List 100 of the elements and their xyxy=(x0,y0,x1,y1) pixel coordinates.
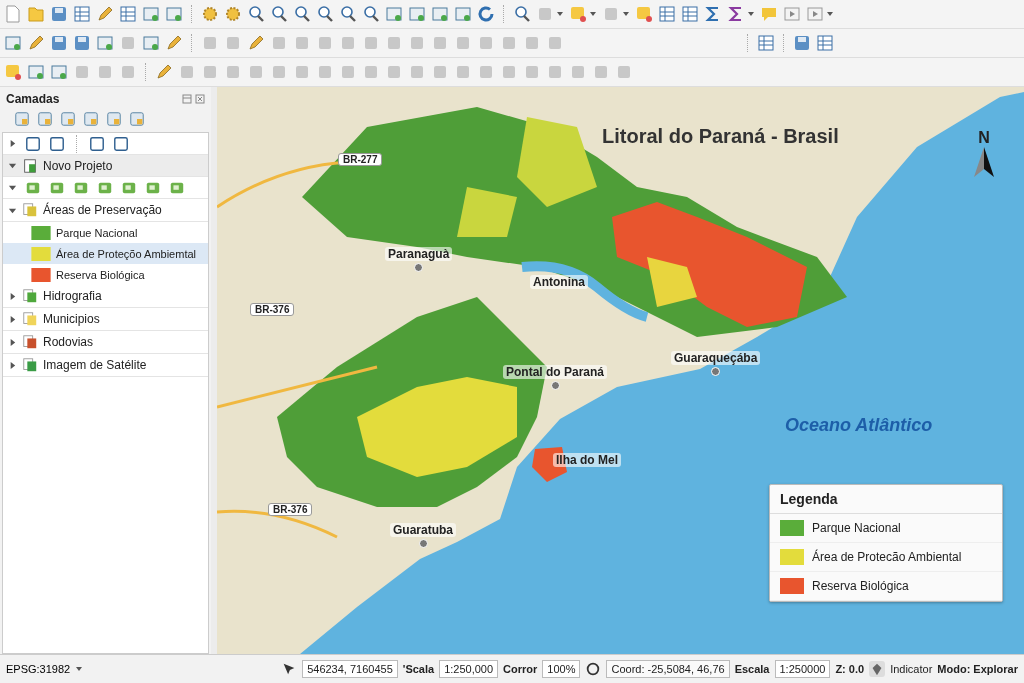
protection-area xyxy=(647,257,697,307)
square-icon[interactable] xyxy=(431,34,449,52)
square-icon[interactable] xyxy=(178,63,196,81)
layer-group-row[interactable]: Hidrografia xyxy=(3,285,208,308)
square-icon[interactable] xyxy=(316,63,334,81)
expand-arrow-icon[interactable] xyxy=(8,291,17,301)
road-shield: BR-376 xyxy=(268,503,313,516)
square-icon[interactable] xyxy=(500,34,518,52)
frame-icon[interactable] xyxy=(165,5,183,23)
layer-row[interactable]: Área de Proteçõo Ambiemtal xyxy=(3,243,208,264)
coordinate-field[interactable]: 546234, 7160455 xyxy=(302,660,398,678)
magnifier-icon[interactable] xyxy=(293,5,311,23)
frame-icon[interactable] xyxy=(89,135,105,152)
caret-icon[interactable] xyxy=(556,10,564,18)
square-icon[interactable] xyxy=(523,34,541,52)
expand-arrow-icon[interactable] xyxy=(8,314,17,324)
frame-icon[interactable] xyxy=(431,5,449,23)
magnifier-icon[interactable] xyxy=(270,5,288,23)
square-icon[interactable] xyxy=(477,34,495,52)
square-icon[interactable] xyxy=(615,63,633,81)
square-icon[interactable] xyxy=(201,63,219,81)
caret-icon[interactable] xyxy=(622,10,630,18)
magnifier-icon[interactable] xyxy=(339,5,357,23)
square-icon[interactable] xyxy=(339,63,357,81)
frame-icon[interactable] xyxy=(385,5,403,23)
square-icon[interactable] xyxy=(523,63,541,81)
play-icon[interactable] xyxy=(783,5,801,23)
layer-group-row[interactable]: Áreas de Preservação xyxy=(3,199,208,222)
scale-field[interactable]: 1:250,000 xyxy=(439,660,499,678)
caret-icon[interactable] xyxy=(75,665,84,673)
close-icon[interactable] xyxy=(195,94,205,104)
square-icon[interactable] xyxy=(119,34,137,52)
magnifier-icon[interactable] xyxy=(513,5,531,23)
square-icon[interactable] xyxy=(316,34,334,52)
square-icon[interactable] xyxy=(293,63,311,81)
square-icon[interactable] xyxy=(385,34,403,52)
square-icon[interactable] xyxy=(569,63,587,81)
square-icon[interactable] xyxy=(270,63,288,81)
frame-icon[interactable] xyxy=(27,63,45,81)
square-icon[interactable] xyxy=(224,34,242,52)
page-icon[interactable] xyxy=(4,5,22,23)
square-icon[interactable] xyxy=(431,63,449,81)
expand-arrow-icon[interactable] xyxy=(8,139,17,148)
float-icon[interactable] xyxy=(182,94,192,104)
square-icon[interactable] xyxy=(385,63,403,81)
square-icon[interactable] xyxy=(500,63,518,81)
square-icon[interactable] xyxy=(408,63,426,81)
frame-icon[interactable] xyxy=(25,135,41,152)
expand-arrow-icon[interactable] xyxy=(8,161,17,170)
square-icon[interactable] xyxy=(546,63,564,81)
expand-arrow-icon[interactable] xyxy=(8,360,17,370)
square-icon[interactable] xyxy=(362,63,380,81)
expand-arrow-icon[interactable] xyxy=(8,183,17,192)
square-icon[interactable] xyxy=(454,63,472,81)
place-dot-icon xyxy=(711,367,721,376)
square-icon[interactable] xyxy=(477,63,495,81)
square-icon[interactable] xyxy=(73,63,91,81)
square-icon[interactable] xyxy=(119,63,137,81)
layer-row[interactable]: Parque Nacional xyxy=(3,222,208,243)
zoom-field[interactable]: 100% xyxy=(542,660,581,678)
scale-field[interactable]: 1:250000 xyxy=(774,660,831,678)
speech-bubble-icon[interactable] xyxy=(760,5,778,23)
square-icon[interactable] xyxy=(293,34,311,52)
layer-group-row[interactable]: Municipios xyxy=(3,308,208,331)
square-icon[interactable] xyxy=(201,34,219,52)
frame-icon[interactable] xyxy=(4,34,22,52)
square-icon[interactable] xyxy=(408,34,426,52)
coord-field[interactable]: Coord: -25,5084, 46,76 xyxy=(606,660,730,678)
play-icon[interactable] xyxy=(806,5,824,23)
frame-icon[interactable] xyxy=(96,34,114,52)
layer-group-row[interactable]: Imagem de Satélite xyxy=(3,354,208,377)
square-icon[interactable] xyxy=(454,34,472,52)
square-icon[interactable] xyxy=(546,34,564,52)
layer-group-row[interactable]: Rodovias xyxy=(3,331,208,354)
caret-icon[interactable] xyxy=(826,10,834,18)
panel-title: Camadas xyxy=(6,92,60,106)
square-icon[interactable] xyxy=(224,63,242,81)
frame-icon[interactable] xyxy=(142,34,160,52)
frame-icon[interactable] xyxy=(454,5,472,23)
refresh-icon[interactable] xyxy=(477,5,495,23)
square-icon[interactable] xyxy=(339,34,357,52)
square-icon[interactable] xyxy=(592,63,610,81)
caret-icon[interactable] xyxy=(589,10,597,18)
expand-arrow-icon[interactable] xyxy=(8,337,17,347)
layer-row[interactable]: Reserva Biológica xyxy=(3,264,208,285)
square-icon[interactable] xyxy=(270,34,288,52)
legend-title: Legenda xyxy=(770,485,1002,514)
map-canvas[interactable] xyxy=(217,87,1024,654)
magnifier-icon[interactable] xyxy=(316,5,334,23)
square-icon[interactable] xyxy=(96,63,114,81)
frame-icon[interactable] xyxy=(408,5,426,23)
square-icon[interactable] xyxy=(362,34,380,52)
magnifier-icon[interactable] xyxy=(247,5,265,23)
frame-icon[interactable] xyxy=(50,63,68,81)
magnifier-icon[interactable] xyxy=(362,5,380,23)
crs-button[interactable]: EPSG:31982 xyxy=(6,663,84,675)
frame-icon[interactable] xyxy=(142,5,160,23)
square-icon[interactable] xyxy=(247,63,265,81)
caret-icon[interactable] xyxy=(747,10,755,18)
project-row[interactable]: Novo Projeto xyxy=(3,155,208,177)
